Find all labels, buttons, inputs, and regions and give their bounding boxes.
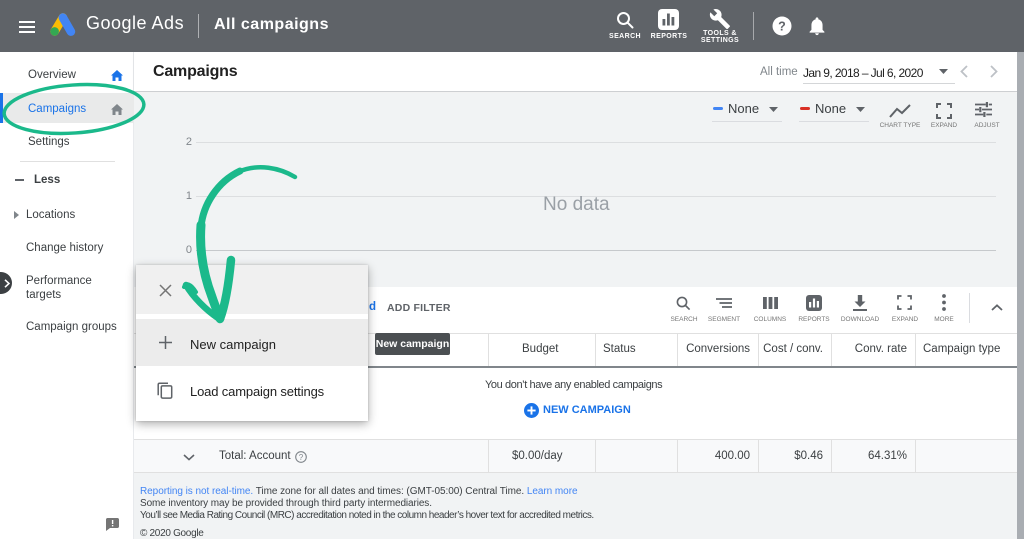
- svg-text:?: ?: [299, 453, 304, 462]
- svg-text:?: ?: [778, 20, 786, 34]
